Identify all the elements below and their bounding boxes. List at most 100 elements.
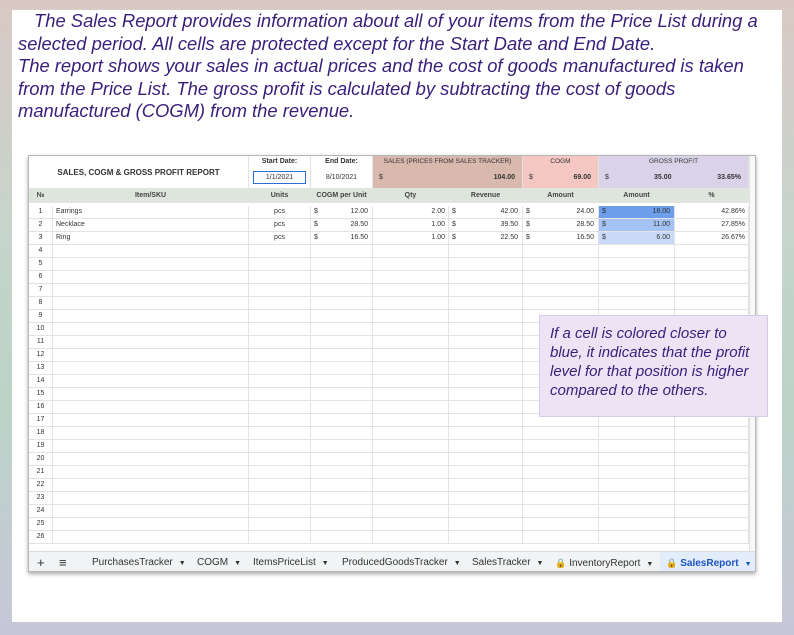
all-sheets-menu-icon[interactable]: ≡ [59, 552, 67, 571]
empty-cell[interactable] [53, 414, 249, 427]
row-number-cell[interactable]: 5 [29, 258, 53, 271]
units-cell[interactable]: pcs [249, 232, 311, 245]
empty-cell[interactable] [523, 453, 599, 466]
empty-cell[interactable] [449, 479, 523, 492]
empty-cell[interactable] [249, 284, 311, 297]
empty-cell[interactable] [53, 466, 249, 479]
row-number-cell[interactable]: 26 [29, 531, 53, 544]
empty-cell[interactable] [311, 440, 373, 453]
empty-cell[interactable] [449, 466, 523, 479]
empty-cell[interactable] [249, 505, 311, 518]
row-number-cell[interactable]: 13 [29, 362, 53, 375]
tab-items-price-list[interactable]: ItemsPriceList ▼ [253, 552, 329, 571]
empty-cell[interactable] [373, 531, 449, 544]
empty-cell[interactable] [311, 401, 373, 414]
empty-cell[interactable] [599, 440, 675, 453]
empty-cell[interactable] [675, 297, 749, 310]
empty-cell[interactable] [53, 323, 249, 336]
empty-cell[interactable] [449, 258, 523, 271]
empty-cell[interactable] [249, 453, 311, 466]
empty-cell[interactable] [599, 284, 675, 297]
empty-cell[interactable] [599, 492, 675, 505]
empty-cell[interactable] [373, 310, 449, 323]
empty-cell[interactable] [311, 479, 373, 492]
empty-cell[interactable] [523, 297, 599, 310]
empty-cell[interactable] [675, 479, 749, 492]
row-number-cell[interactable]: 14 [29, 375, 53, 388]
empty-cell[interactable] [311, 362, 373, 375]
empty-cell[interactable] [675, 427, 749, 440]
row-number-cell[interactable]: 1 [29, 206, 53, 219]
row-number-cell[interactable]: 6 [29, 271, 53, 284]
start-date-input[interactable]: 1/1/2021 [253, 171, 306, 184]
empty-cell[interactable] [373, 375, 449, 388]
empty-cell[interactable] [249, 362, 311, 375]
empty-cell[interactable] [53, 479, 249, 492]
empty-cell[interactable] [311, 271, 373, 284]
tab-sales-report[interactable]: 🔒 SalesReport ▼ [660, 552, 755, 571]
empty-cell[interactable] [53, 505, 249, 518]
empty-cell[interactable] [311, 297, 373, 310]
empty-cell[interactable] [373, 479, 449, 492]
row-number-cell[interactable]: 17 [29, 414, 53, 427]
empty-cell[interactable] [523, 505, 599, 518]
empty-cell[interactable] [249, 271, 311, 284]
qty-cell[interactable]: 1.00 [373, 219, 449, 232]
empty-cell[interactable] [373, 388, 449, 401]
row-number-cell[interactable]: 25 [29, 518, 53, 531]
empty-cell[interactable] [53, 518, 249, 531]
empty-cell[interactable] [523, 271, 599, 284]
empty-cell[interactable] [373, 284, 449, 297]
empty-cell[interactable] [599, 466, 675, 479]
empty-cell[interactable] [53, 401, 249, 414]
empty-cell[interactable] [449, 440, 523, 453]
empty-cell[interactable] [373, 362, 449, 375]
row-number-cell[interactable]: 23 [29, 492, 53, 505]
empty-cell[interactable] [311, 349, 373, 362]
empty-cell[interactable] [373, 245, 449, 258]
row-number-cell[interactable]: 2 [29, 219, 53, 232]
empty-cell[interactable] [311, 375, 373, 388]
empty-cell[interactable] [53, 362, 249, 375]
empty-cell[interactable] [249, 414, 311, 427]
qty-cell[interactable]: 2.00 [373, 206, 449, 219]
empty-cell[interactable] [53, 427, 249, 440]
empty-cell[interactable] [599, 271, 675, 284]
gross-profit-percent-cell[interactable]: 26.67% [675, 232, 749, 245]
empty-cell[interactable] [249, 401, 311, 414]
empty-cell[interactable] [449, 336, 523, 349]
empty-cell[interactable] [599, 245, 675, 258]
gross-profit-amount-cell[interactable]: $6.00 [599, 232, 675, 245]
empty-cell[interactable] [53, 531, 249, 544]
empty-cell[interactable] [449, 401, 523, 414]
empty-cell[interactable] [373, 466, 449, 479]
gross-profit-amount-cell[interactable]: $18.00 [599, 206, 675, 219]
empty-cell[interactable] [449, 388, 523, 401]
empty-cell[interactable] [449, 505, 523, 518]
tab-purchases-tracker[interactable]: PurchasesTracker ▼ [92, 552, 186, 571]
empty-cell[interactable] [249, 440, 311, 453]
empty-cell[interactable] [675, 505, 749, 518]
row-number-cell[interactable]: 8 [29, 297, 53, 310]
empty-cell[interactable] [311, 414, 373, 427]
row-number-cell[interactable]: 15 [29, 388, 53, 401]
empty-cell[interactable] [249, 518, 311, 531]
empty-cell[interactable] [53, 453, 249, 466]
empty-cell[interactable] [373, 440, 449, 453]
empty-cell[interactable] [53, 258, 249, 271]
empty-cell[interactable] [373, 323, 449, 336]
empty-cell[interactable] [449, 271, 523, 284]
empty-cell[interactable] [523, 284, 599, 297]
empty-cell[interactable] [249, 258, 311, 271]
empty-cell[interactable] [249, 349, 311, 362]
revenue-cell[interactable]: $39.50 [449, 219, 523, 232]
empty-cell[interactable] [311, 310, 373, 323]
empty-cell[interactable] [373, 401, 449, 414]
empty-cell[interactable] [675, 258, 749, 271]
empty-cell[interactable] [311, 531, 373, 544]
empty-cell[interactable] [53, 349, 249, 362]
empty-cell[interactable] [311, 518, 373, 531]
empty-cell[interactable] [311, 505, 373, 518]
empty-cell[interactable] [449, 453, 523, 466]
cogm-amount-cell[interactable]: $28.50 [523, 219, 599, 232]
